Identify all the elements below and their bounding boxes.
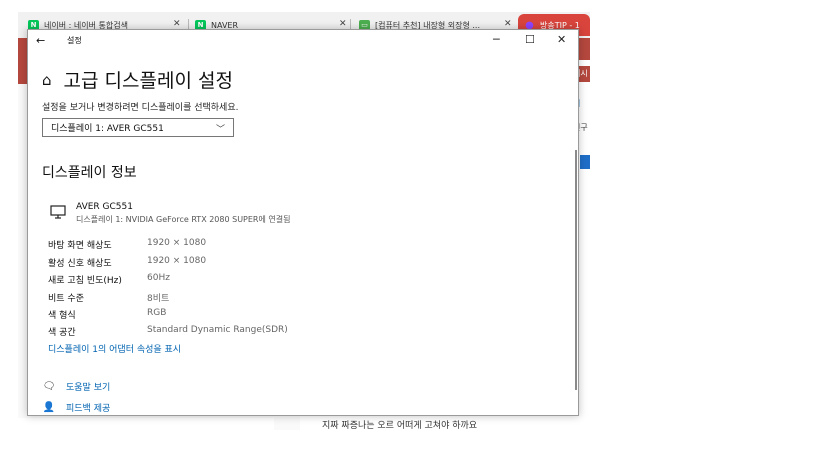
selected-display: 디스플레이 1: AVER GC551: [51, 124, 164, 134]
property-label: 새로 고침 빈도(Hz): [48, 276, 122, 286]
feedback-person-icon: 👤: [42, 402, 56, 413]
back-arrow-icon[interactable]: ←: [36, 34, 45, 47]
property-label: 활성 신호 해상도: [48, 259, 112, 269]
adapter-properties-link[interactable]: 디스플레이 1의 어댑터 속성을 표시: [48, 342, 181, 355]
title-bar: ← 설정 ─ ☐ ✕: [28, 30, 578, 52]
property-value: 60Hz: [147, 273, 170, 283]
page-title: 고급 디스플레이 설정: [63, 70, 233, 92]
property-value: 1920 × 1080: [147, 238, 207, 248]
property-label: 바탕 화면 해상도: [48, 241, 112, 251]
monitor-name: AVER GC551: [76, 202, 133, 212]
minimize-icon[interactable]: ─: [493, 33, 500, 46]
display-select-dropdown[interactable]: 디스플레이 1: AVER GC551 ﹀: [42, 118, 234, 137]
page-heading: ⌂ 고급 디스플레이 설정: [42, 66, 233, 93]
settings-window: ← 설정 ─ ☐ ✕ ⌂ 고급 디스플레이 설정 설정을 보거나 변경하려면 디…: [27, 29, 579, 416]
section-title: 디스플레이 정보: [42, 165, 137, 181]
property-value: RGB: [147, 308, 167, 318]
background-panel: [18, 418, 274, 430]
get-help-link[interactable]: 🗨 도움말 보기: [42, 380, 111, 393]
property-label: 색 형식: [48, 311, 76, 321]
scrollbar[interactable]: [575, 150, 577, 390]
give-feedback-link[interactable]: 👤 피드백 제공: [42, 401, 111, 414]
help-label: 도움말 보기: [66, 383, 111, 393]
home-icon[interactable]: ⌂: [42, 71, 52, 89]
monitor-icon: [50, 205, 66, 219]
side-button[interactable]: [580, 155, 590, 169]
window-title: 설정: [67, 36, 82, 45]
tab-close-icon[interactable]: ✕: [504, 19, 512, 29]
maximize-icon[interactable]: ☐: [525, 33, 535, 46]
select-display-prompt: 설정을 보거나 변경하려면 디스플레이를 선택하세요.: [42, 103, 239, 113]
property-value: 8비트: [147, 294, 170, 304]
close-icon[interactable]: ✕: [557, 33, 566, 46]
feedback-label: 피드백 제공: [66, 404, 111, 414]
tab-close-icon[interactable]: ✕: [339, 19, 347, 29]
monitor-description: 디스플레이 1: NVIDIA GeForce RTX 2080 SUPER에 …: [76, 215, 291, 224]
tab-close-icon[interactable]: ✕: [173, 19, 181, 29]
help-chat-icon: 🗨: [42, 381, 56, 392]
chevron-down-icon: ﹀: [215, 125, 225, 135]
property-value: Standard Dynamic Range(SDR): [147, 325, 288, 335]
background-post-title: 지짜 짜증나는 오르 어떠게 고쳐야 하까요: [322, 421, 478, 431]
property-label: 색 공간: [48, 328, 76, 338]
property-value: 1920 × 1080: [147, 256, 207, 266]
property-label: 비트 수준: [48, 294, 84, 304]
